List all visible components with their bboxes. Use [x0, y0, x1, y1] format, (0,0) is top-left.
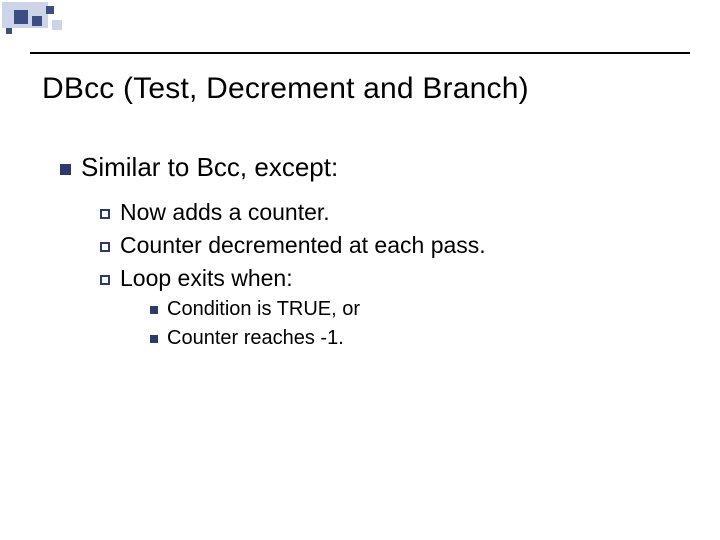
slide-body: Similar to Bcc, except: Now adds a count…	[60, 150, 680, 354]
small-square-bullet-icon	[150, 335, 158, 343]
bullet-text: Loop exits when:	[120, 265, 293, 291]
bullet-level1: Similar to Bcc, except:	[60, 150, 680, 185]
square-bullet-icon	[60, 164, 71, 175]
bullet-level3: Condition is TRUE, or	[150, 296, 680, 323]
bullet-level2: Counter decremented at each pass.	[100, 230, 680, 261]
bullet-level2: Loop exits when:	[100, 263, 680, 294]
hollow-square-bullet-icon	[100, 209, 110, 219]
bullet-text: Similar to Bcc, except:	[81, 152, 338, 182]
bullet-text: Condition is TRUE, or	[167, 298, 360, 320]
hollow-square-bullet-icon	[100, 242, 110, 252]
bullet-text: Now adds a counter.	[120, 199, 330, 225]
small-square-bullet-icon	[150, 306, 158, 314]
bullet-text: Counter decremented at each pass.	[120, 232, 486, 258]
bullet-level3: Counter reaches -1.	[150, 325, 680, 352]
title-rule	[30, 52, 690, 54]
slide-title: DBcc (Test, Decrement and Branch)	[42, 72, 529, 106]
corner-ornament	[0, 0, 80, 40]
slide: DBcc (Test, Decrement and Branch) Simila…	[0, 0, 720, 540]
hollow-square-bullet-icon	[100, 275, 110, 285]
bullet-text: Counter reaches -1.	[167, 327, 344, 349]
bullet-level2: Now adds a counter.	[100, 197, 680, 228]
